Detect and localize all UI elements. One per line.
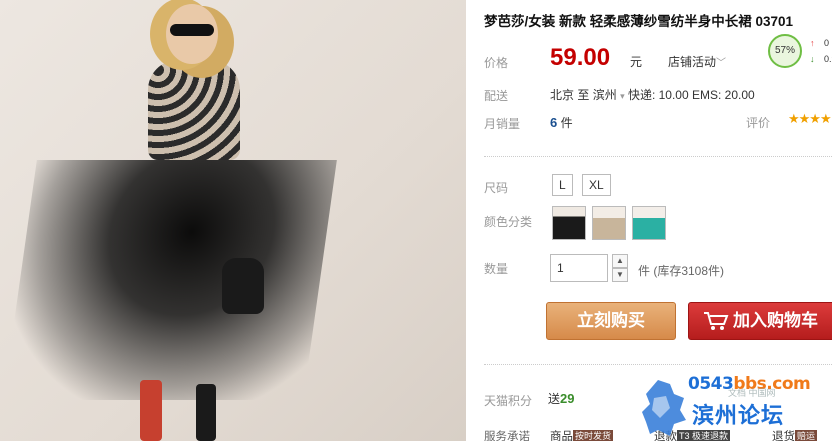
- sold-unit: 件: [560, 116, 573, 130]
- points-label: 天猫积分: [484, 394, 533, 408]
- shop-promo-dropdown[interactable]: 店铺活动﹀: [668, 53, 726, 70]
- photo-shoe-left: [140, 380, 162, 441]
- points-prefix: 送: [548, 392, 561, 406]
- arrow-up-icon: ↑: [810, 38, 815, 48]
- points-info: 送29: [548, 390, 574, 407]
- rating-down-value: 0.9: [824, 54, 832, 64]
- service-item-ship[interactable]: 商品 按时发货: [550, 428, 614, 441]
- stock-info: 件 (库存3108件): [638, 264, 725, 278]
- quantity-label: 数量: [484, 262, 509, 276]
- divider: [484, 156, 832, 157]
- ship-fee: 快递: 10.00 EMS: 20.00: [627, 88, 755, 102]
- divider: [484, 364, 832, 365]
- forum-watermark: 0543bbs.com 文档 中国网 滨州论坛: [640, 368, 832, 441]
- rating-widget: 57% ↑ 0 ↓ 0.9: [766, 32, 832, 68]
- photo-bag: [222, 258, 264, 314]
- ship-to-word: 至: [577, 88, 590, 102]
- add-to-cart-label: 加入购物车: [733, 311, 818, 330]
- ship-from: 北京: [550, 88, 575, 102]
- size-option-l[interactable]: L: [552, 174, 573, 196]
- photo-top: [148, 60, 240, 160]
- rating-up-value: 0: [824, 38, 830, 48]
- map-logo-icon: [642, 380, 686, 436]
- color-swatch-black[interactable]: [552, 206, 586, 240]
- arrow-down-icon: ↓: [810, 54, 815, 64]
- size-label: 尺码: [484, 181, 509, 195]
- product-photo[interactable]: [0, 0, 466, 441]
- color-swatch-teal[interactable]: [632, 206, 666, 240]
- star-rating-icon[interactable]: ★★★★: [788, 111, 832, 127]
- photo-shoe-right: [196, 384, 216, 441]
- monthly-sales: 6 件: [550, 114, 573, 131]
- product-title: 梦芭莎/女装 新款 轻柔感薄纱雪纺半身中长裙 03701: [484, 14, 794, 29]
- price-unit: 元: [630, 55, 643, 69]
- sold-count: 6: [550, 115, 558, 130]
- service-label: 服务承诺: [484, 431, 530, 441]
- watermark-name: 滨州论坛: [692, 404, 785, 429]
- add-to-cart-button[interactable]: 加入购物车: [688, 302, 832, 340]
- quantity-input[interactable]: [550, 254, 608, 282]
- shipping-info: 北京 至 滨州 ▾ 快递: 10.00 EMS: 20.00: [550, 86, 755, 103]
- review-label: 评价: [746, 116, 771, 130]
- shop-promo-label: 店铺活动: [668, 55, 717, 69]
- ship-city-dropdown[interactable]: 滨州 ▾: [593, 88, 625, 102]
- points-value: 29: [560, 391, 575, 406]
- sold-label: 月销量: [484, 117, 521, 131]
- photo-skirt: [3, 160, 337, 400]
- price-value: 59.00: [550, 44, 611, 71]
- cart-icon: [704, 312, 729, 330]
- size-option-xl[interactable]: XL: [582, 174, 611, 196]
- photo-sunglasses: [170, 24, 214, 36]
- chevron-down-icon: ▾: [620, 91, 625, 101]
- color-label: 颜色分类: [484, 215, 533, 229]
- buy-now-button[interactable]: 立刻购买: [546, 302, 676, 340]
- rating-circle: 57%: [768, 34, 802, 68]
- quantity-increase-button[interactable]: ▲: [612, 254, 628, 268]
- color-swatch-beige[interactable]: [592, 206, 626, 240]
- quantity-decrease-button[interactable]: ▼: [612, 268, 628, 282]
- ship-label: 配送: [484, 89, 509, 103]
- price-label: 价格: [484, 56, 509, 70]
- ontime-ship-badge: 按时发货: [573, 430, 614, 441]
- chevron-down-icon: ﹀: [716, 58, 727, 69]
